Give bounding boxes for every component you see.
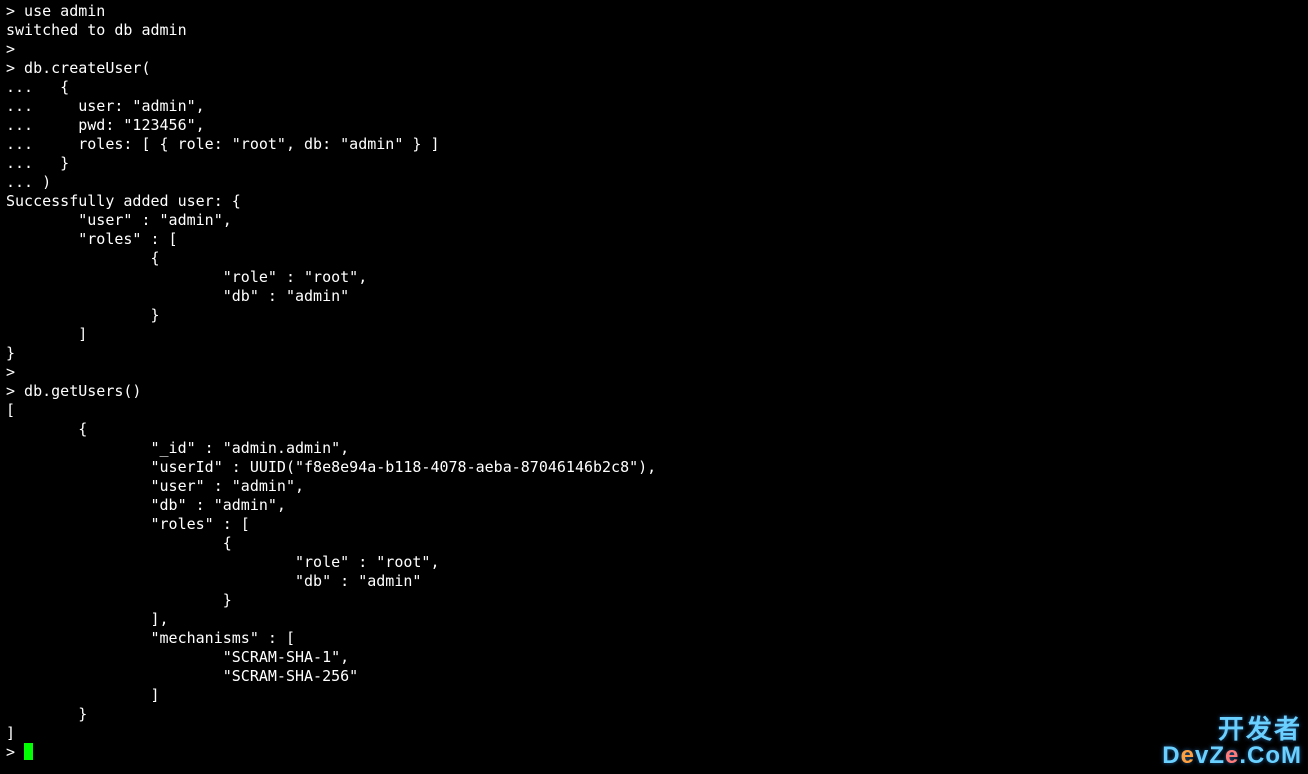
terminal-line: >: [6, 363, 15, 381]
terminal-prompt[interactable]: >: [6, 743, 24, 761]
terminal-line: "SCRAM-SHA-256": [6, 667, 358, 685]
terminal-line: ]: [6, 686, 160, 704]
terminal-line: > db.createUser(: [6, 59, 151, 77]
terminal-line: {: [6, 249, 160, 267]
terminal-line: "user" : "admin",: [6, 211, 232, 229]
terminal-line: Successfully added user: {: [6, 192, 241, 210]
terminal-line: "roles" : [: [6, 515, 250, 533]
terminal-line: ... ): [6, 173, 51, 191]
terminal-line: {: [6, 420, 87, 438]
terminal-line: "role" : "root",: [6, 268, 367, 286]
terminal-line: {: [6, 534, 232, 552]
terminal-line: ... user: "admin",: [6, 97, 205, 115]
terminal-line: ... roles: [ { role: "root", db: "admin"…: [6, 135, 439, 153]
terminal-line: "db" : "admin": [6, 287, 349, 305]
terminal-line: > db.getUsers(): [6, 382, 141, 400]
terminal-line: "role" : "root",: [6, 553, 439, 571]
terminal-line: > use admin: [6, 2, 105, 20]
terminal-line: "mechanisms" : [: [6, 629, 295, 647]
terminal-output[interactable]: > use admin switched to db admin > > db.…: [0, 0, 1308, 764]
terminal-line: ... {: [6, 78, 69, 96]
terminal-line: "userId" : UUID("f8e8e94a-b118-4078-aeba…: [6, 458, 656, 476]
terminal-line: >: [6, 40, 15, 58]
terminal-line: }: [6, 705, 87, 723]
terminal-line: "user" : "admin",: [6, 477, 304, 495]
terminal-line: "_id" : "admin.admin",: [6, 439, 349, 457]
terminal-line: }: [6, 591, 232, 609]
terminal-line: ],: [6, 610, 169, 628]
terminal-line: "SCRAM-SHA-1",: [6, 648, 349, 666]
terminal-line: ... }: [6, 154, 69, 172]
terminal-line: ]: [6, 724, 15, 742]
terminal-line: "db" : "admin",: [6, 496, 286, 514]
terminal-line: "db" : "admin": [6, 572, 421, 590]
terminal-line: ... pwd: "123456",: [6, 116, 205, 134]
terminal-line: }: [6, 306, 160, 324]
terminal-line: }: [6, 344, 15, 362]
terminal-line: [: [6, 401, 15, 419]
cursor-icon: [24, 743, 33, 760]
terminal-line: ]: [6, 325, 87, 343]
terminal-line: "roles" : [: [6, 230, 178, 248]
terminal-line: switched to db admin: [6, 21, 187, 39]
